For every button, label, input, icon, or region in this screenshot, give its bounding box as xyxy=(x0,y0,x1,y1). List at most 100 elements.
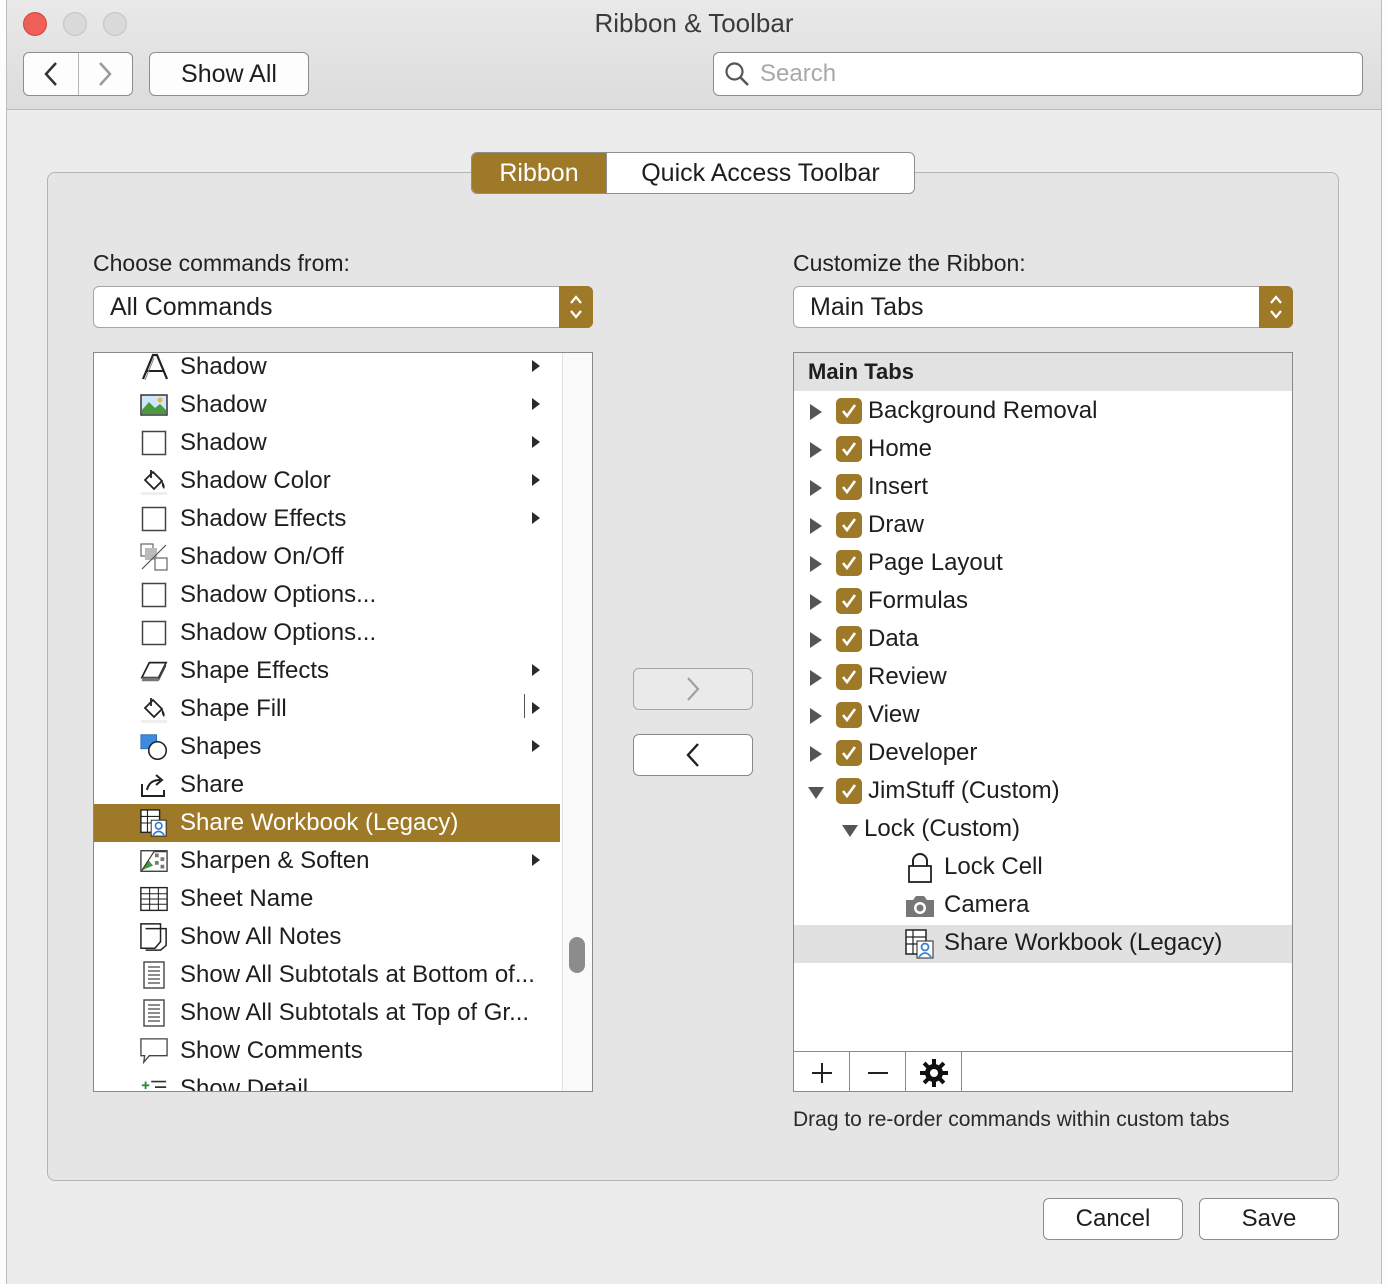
minus-icon xyxy=(867,1071,888,1074)
list-item[interactable]: Show All Notes xyxy=(94,918,560,956)
tree-command-share-workbook[interactable]: Share Workbook (Legacy) xyxy=(794,925,1292,963)
list-item[interactable]: Shadow xyxy=(94,353,560,386)
remove-command-button[interactable] xyxy=(633,734,753,776)
list-item[interactable]: Shadow Options... xyxy=(94,576,560,614)
disclosure-right-icon[interactable] xyxy=(810,746,822,762)
submenu-arrow-icon xyxy=(532,474,540,486)
list-item[interactable]: Share xyxy=(94,766,560,804)
chevron-right-icon xyxy=(99,62,112,86)
disclosure-right-icon[interactable] xyxy=(810,632,822,648)
show-all-button[interactable]: Show All xyxy=(149,52,309,96)
list-item[interactable]: Sheet Name xyxy=(94,880,560,918)
list-item[interactable]: Shadow Effects xyxy=(94,500,560,538)
tree-tab-label: Background Removal xyxy=(868,397,1098,424)
tree-tab-label: Review xyxy=(868,663,947,690)
tab-checkbox[interactable] xyxy=(836,778,862,804)
disclosure-down-icon[interactable] xyxy=(842,825,858,837)
tree-tab-page-layout[interactable]: Page Layout xyxy=(794,545,1292,583)
tab-quick-access-toolbar[interactable]: Quick Access Toolbar xyxy=(606,153,914,193)
tree-tab-formulas[interactable]: Formulas xyxy=(794,583,1292,621)
list-item[interactable]: Show All Subtotals at Top of Gr... xyxy=(94,994,560,1032)
list-item-selected[interactable]: Share Workbook (Legacy) xyxy=(94,804,560,842)
disclosure-right-icon[interactable] xyxy=(810,404,822,420)
subtotals-icon xyxy=(140,961,168,989)
commands-list[interactable]: Shadow Shadow Shadow Shadow Color Shadow… xyxy=(93,352,593,1092)
tab-checkbox[interactable] xyxy=(836,474,862,500)
disclosure-right-icon[interactable] xyxy=(810,708,822,724)
search-icon xyxy=(725,62,749,86)
list-item[interactable]: Shadow Color xyxy=(94,462,560,500)
list-item[interactable]: Shapes xyxy=(94,728,560,766)
commands-scrollbar[interactable] xyxy=(562,353,592,1091)
tree-tab-review[interactable]: Review xyxy=(794,659,1292,697)
forward-button[interactable] xyxy=(77,53,133,95)
tree-group-lock[interactable]: Lock (Custom) xyxy=(794,811,1292,849)
disclosure-right-icon[interactable] xyxy=(810,480,822,496)
list-item[interactable]: Show All Subtotals at Bottom of... xyxy=(94,956,560,994)
remove-tab-button[interactable] xyxy=(850,1052,906,1091)
ribbon-tabs-tree[interactable]: Main Tabs Background Removal Home Insert… xyxy=(793,352,1293,1092)
list-item[interactable]: Shadow On/Off xyxy=(94,538,560,576)
disclosure-right-icon[interactable] xyxy=(810,442,822,458)
tab-settings-button[interactable] xyxy=(906,1052,962,1091)
tree-command-lock-cell[interactable]: Lock Cell xyxy=(794,849,1292,887)
commands-source-popup[interactable]: All Commands xyxy=(93,286,593,328)
disclosure-right-icon[interactable] xyxy=(810,594,822,610)
tree-tab-insert[interactable]: Insert xyxy=(794,469,1292,507)
show-detail-icon xyxy=(140,1075,168,1091)
plus-icon xyxy=(811,1062,832,1083)
tree-command-label: Lock Cell xyxy=(944,853,1043,880)
tab-checkbox[interactable] xyxy=(836,436,862,462)
list-item[interactable]: Shape Effects xyxy=(94,652,560,690)
disclosure-right-icon[interactable] xyxy=(810,556,822,572)
list-item[interactable]: Sharpen & Soften xyxy=(94,842,560,880)
disclosure-right-icon[interactable] xyxy=(810,518,822,534)
tab-checkbox[interactable] xyxy=(836,512,862,538)
tree-tab-draw[interactable]: Draw xyxy=(794,507,1292,545)
tab-checkbox[interactable] xyxy=(836,398,862,424)
list-item[interactable]: Show Comments xyxy=(94,1032,560,1070)
tree-command-camera[interactable]: Camera xyxy=(794,887,1292,925)
add-command-button[interactable] xyxy=(633,668,753,710)
tab-checkbox[interactable] xyxy=(836,664,862,690)
share-workbook-icon xyxy=(140,809,168,837)
disclosure-down-icon[interactable] xyxy=(808,787,824,799)
tab-checkbox[interactable] xyxy=(836,626,862,652)
list-item-label: Show Detail xyxy=(180,1075,309,1092)
tree-tab-jimstuff[interactable]: JimStuff (Custom) xyxy=(794,773,1292,811)
cancel-button[interactable]: Cancel xyxy=(1043,1198,1183,1240)
submenu-arrow-icon xyxy=(532,702,540,714)
list-item-label: Shadow xyxy=(180,391,267,418)
tab-checkbox[interactable] xyxy=(836,702,862,728)
search-field[interactable]: Search xyxy=(713,52,1363,96)
scrollbar-thumb[interactable] xyxy=(569,937,585,973)
tree-tab-data[interactable]: Data xyxy=(794,621,1292,659)
disclosure-right-icon[interactable] xyxy=(810,670,822,686)
tree-tab-background-removal[interactable]: Background Removal xyxy=(794,393,1292,431)
list-item-label: Shadow Effects xyxy=(180,505,347,532)
share-workbook-icon xyxy=(904,928,936,960)
camera-icon xyxy=(904,890,936,922)
customize-ribbon-popup[interactable]: Main Tabs xyxy=(793,286,1293,328)
list-item[interactable]: Show Detail xyxy=(94,1070,560,1092)
customize-ribbon-label: Customize the Ribbon: xyxy=(793,250,1026,276)
tree-command-label: Camera xyxy=(944,891,1030,918)
back-button[interactable] xyxy=(24,53,78,95)
blank-square-icon xyxy=(140,619,168,647)
save-button[interactable]: Save xyxy=(1199,1198,1339,1240)
add-tab-button[interactable] xyxy=(794,1052,850,1091)
list-item-label: Shadow Options... xyxy=(180,619,377,646)
tab-checkbox[interactable] xyxy=(836,740,862,766)
tab-checkbox[interactable] xyxy=(836,550,862,576)
tab-checkbox[interactable] xyxy=(836,588,862,614)
tree-tab-label: JimStuff (Custom) xyxy=(868,777,1060,804)
tree-tab-home[interactable]: Home xyxy=(794,431,1292,469)
tree-tab-developer[interactable]: Developer xyxy=(794,735,1292,773)
tree-tab-view[interactable]: View xyxy=(794,697,1292,735)
shapes-icon xyxy=(140,733,168,761)
list-item[interactable]: Shadow Options... xyxy=(94,614,560,652)
tab-ribbon[interactable]: Ribbon xyxy=(472,153,606,193)
list-item[interactable]: Shape Fill xyxy=(94,690,560,728)
list-item[interactable]: Shadow xyxy=(94,386,560,424)
list-item[interactable]: Shadow xyxy=(94,424,560,462)
